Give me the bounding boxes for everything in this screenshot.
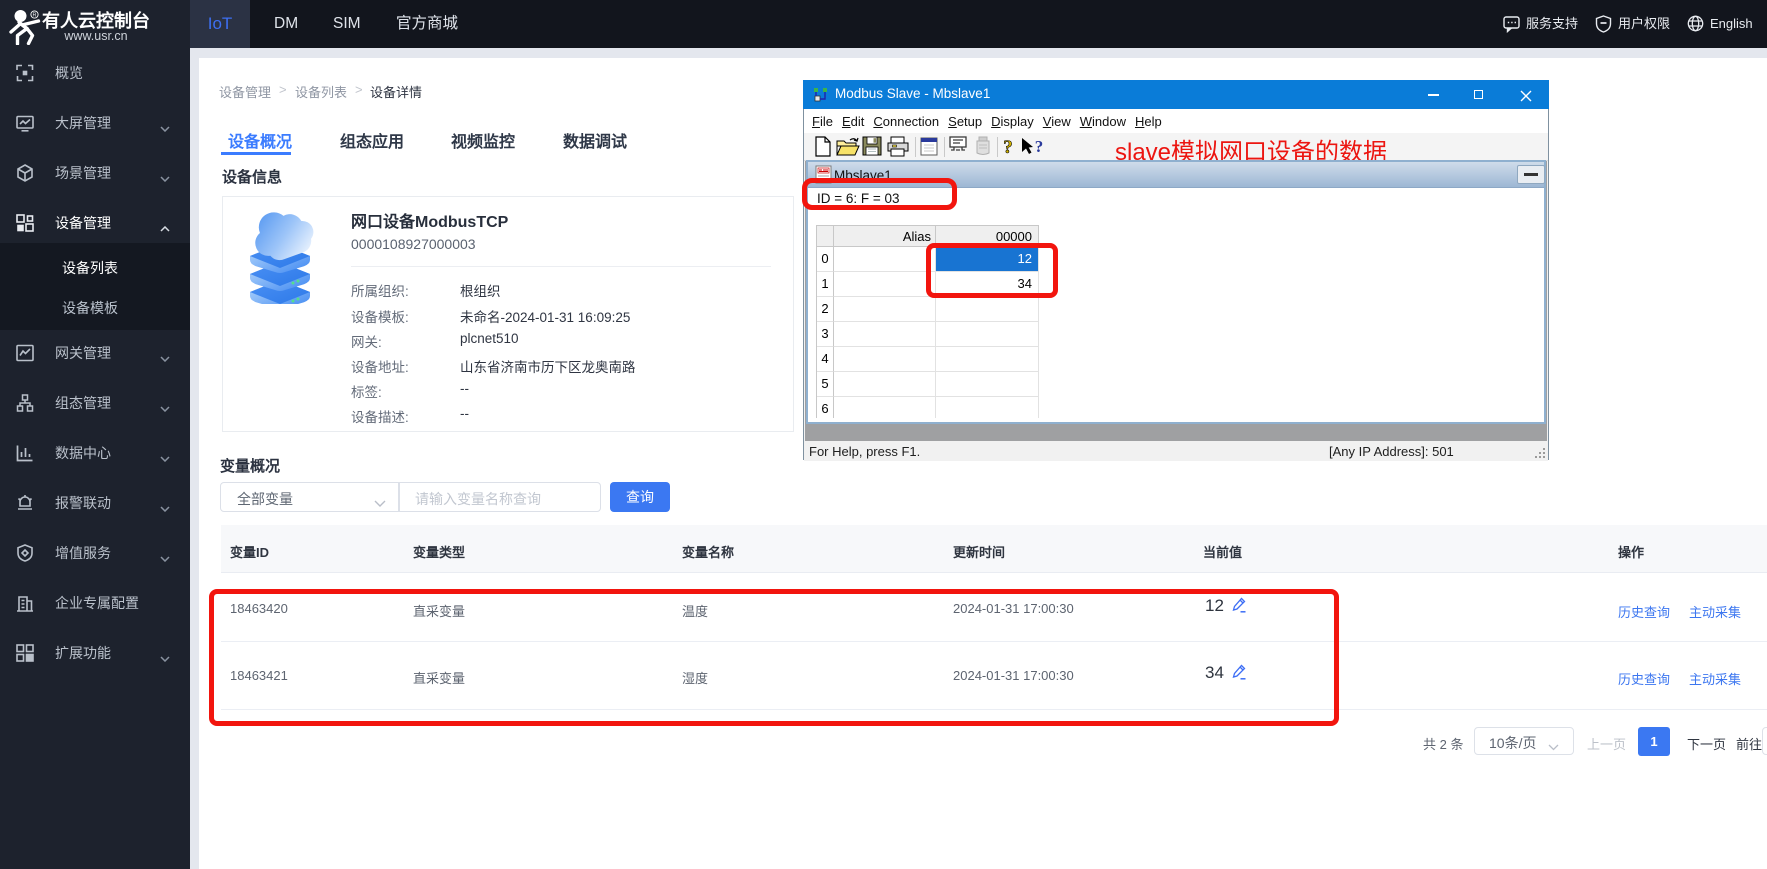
svg-text:?: ? bbox=[1035, 137, 1044, 156]
svg-text:R: R bbox=[33, 13, 37, 19]
svg-text:?: ? bbox=[1003, 137, 1013, 158]
